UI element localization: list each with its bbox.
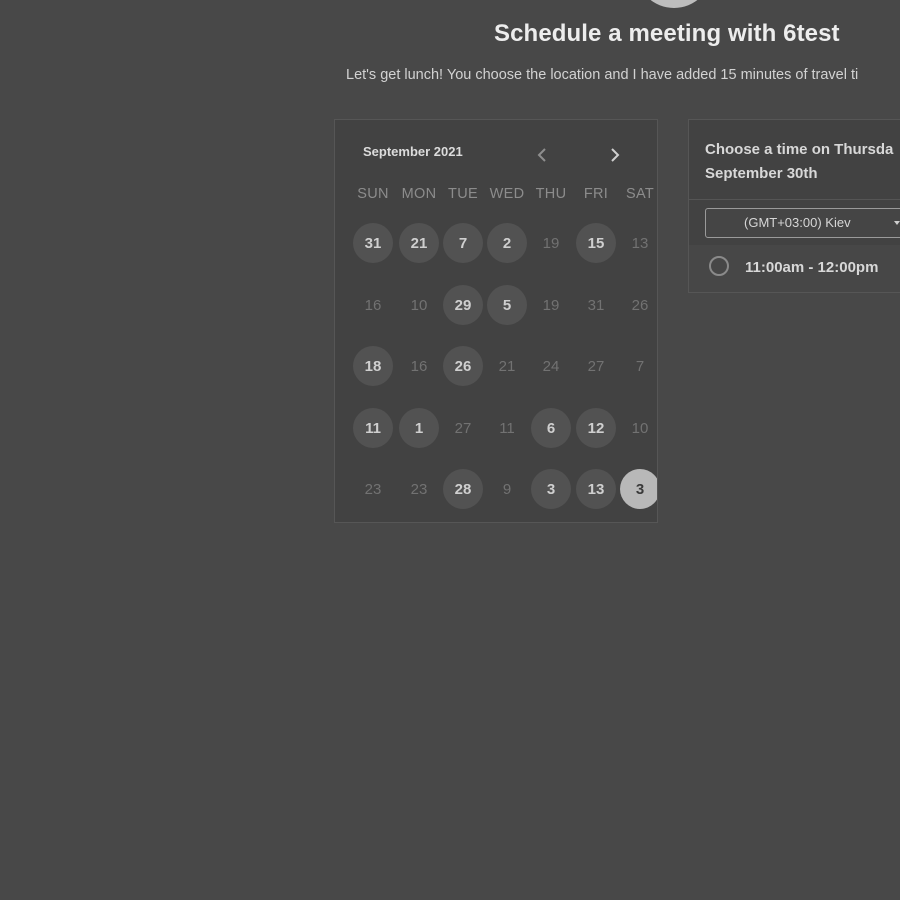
time-slot-label: 11:00am - 12:00pm xyxy=(745,259,879,276)
divider xyxy=(689,199,900,200)
calendar-day: 10 xyxy=(631,419,649,437)
page-description: Let's get lunch! You choose the location… xyxy=(346,67,859,83)
radio-button[interactable] xyxy=(709,256,729,276)
calendar-day[interactable]: 28 xyxy=(443,469,483,509)
weekday-header: MON xyxy=(401,186,437,202)
time-heading: Choose a time on Thursda September 30th xyxy=(705,138,893,186)
calendar-panel: September 2021 SUN MON TUE WED THU FRI SAT 31 21… xyxy=(334,119,658,523)
chevron-left-icon xyxy=(537,148,546,162)
calendar-day[interactable]: 15 xyxy=(576,223,616,263)
caret-down-icon xyxy=(894,221,900,225)
weekday-header: SAT xyxy=(625,186,655,202)
calendar-day: 16 xyxy=(410,357,428,375)
time-heading-line1: Choose a time on Thursda xyxy=(705,141,894,158)
calendar-day: 21 xyxy=(498,357,516,375)
weekday-header: WED xyxy=(489,186,525,202)
calendar-day[interactable]: 31 xyxy=(353,223,393,263)
calendar-day-selected[interactable]: 3 xyxy=(620,469,657,509)
calendar-day[interactable]: 6 xyxy=(531,408,571,448)
calendar-day[interactable]: 29 xyxy=(443,285,483,325)
calendar-day[interactable]: 5 xyxy=(487,285,527,325)
calendar-day: 23 xyxy=(364,480,382,498)
calendar-day: 31 xyxy=(587,296,605,314)
weekday-header: FRI xyxy=(583,186,609,202)
calendar-day: 26 xyxy=(631,296,649,314)
month-label: September 2021 xyxy=(363,144,463,159)
calendar-day[interactable]: 7 xyxy=(443,223,483,263)
avatar xyxy=(636,0,712,8)
calendar-day[interactable]: 13 xyxy=(576,469,616,509)
calendar-day: 7 xyxy=(635,357,645,375)
calendar-day[interactable]: 11 xyxy=(353,408,393,448)
calendar-day: 11 xyxy=(499,419,515,437)
calendar-day: 19 xyxy=(542,296,560,314)
calendar-day: 16 xyxy=(364,296,382,314)
page-title: Schedule a meeting with 6test xyxy=(494,20,840,47)
calendar-day[interactable]: 26 xyxy=(443,346,483,386)
weekday-header: THU xyxy=(535,186,567,202)
scheduling-page: Schedule a meeting with 6test Let's get … xyxy=(0,0,900,900)
weekday-header: SUN xyxy=(357,186,389,202)
calendar-day: 23 xyxy=(410,480,428,498)
chevron-right-icon xyxy=(611,148,620,162)
calendar-day: 24 xyxy=(542,357,560,375)
time-slot-option[interactable]: 11:00am - 12:00pm xyxy=(689,245,900,292)
calendar-day: 10 xyxy=(410,296,428,314)
calendar-day: 19 xyxy=(542,234,560,252)
calendar-day[interactable]: 3 xyxy=(531,469,571,509)
calendar-day: 13 xyxy=(631,234,649,252)
calendar-day[interactable]: 18 xyxy=(353,346,393,386)
calendar-day[interactable]: 2 xyxy=(487,223,527,263)
calendar-day[interactable]: 21 xyxy=(399,223,439,263)
time-heading-line2: September 30th xyxy=(705,165,818,182)
calendar-day: 27 xyxy=(454,419,472,437)
calendar-day: 9 xyxy=(502,480,512,498)
next-month-button[interactable] xyxy=(605,144,625,166)
calendar-day[interactable]: 1 xyxy=(399,408,439,448)
calendar-day[interactable]: 12 xyxy=(576,408,616,448)
timezone-select[interactable]: (GMT+03:00) Kiev xyxy=(705,208,900,238)
time-panel: Choose a time on Thursda September 30th … xyxy=(688,119,900,293)
weekday-header: TUE xyxy=(448,186,478,202)
previous-month-button[interactable] xyxy=(532,144,552,166)
calendar-day: 27 xyxy=(587,357,605,375)
timezone-value: (GMT+03:00) Kiev xyxy=(744,215,851,230)
